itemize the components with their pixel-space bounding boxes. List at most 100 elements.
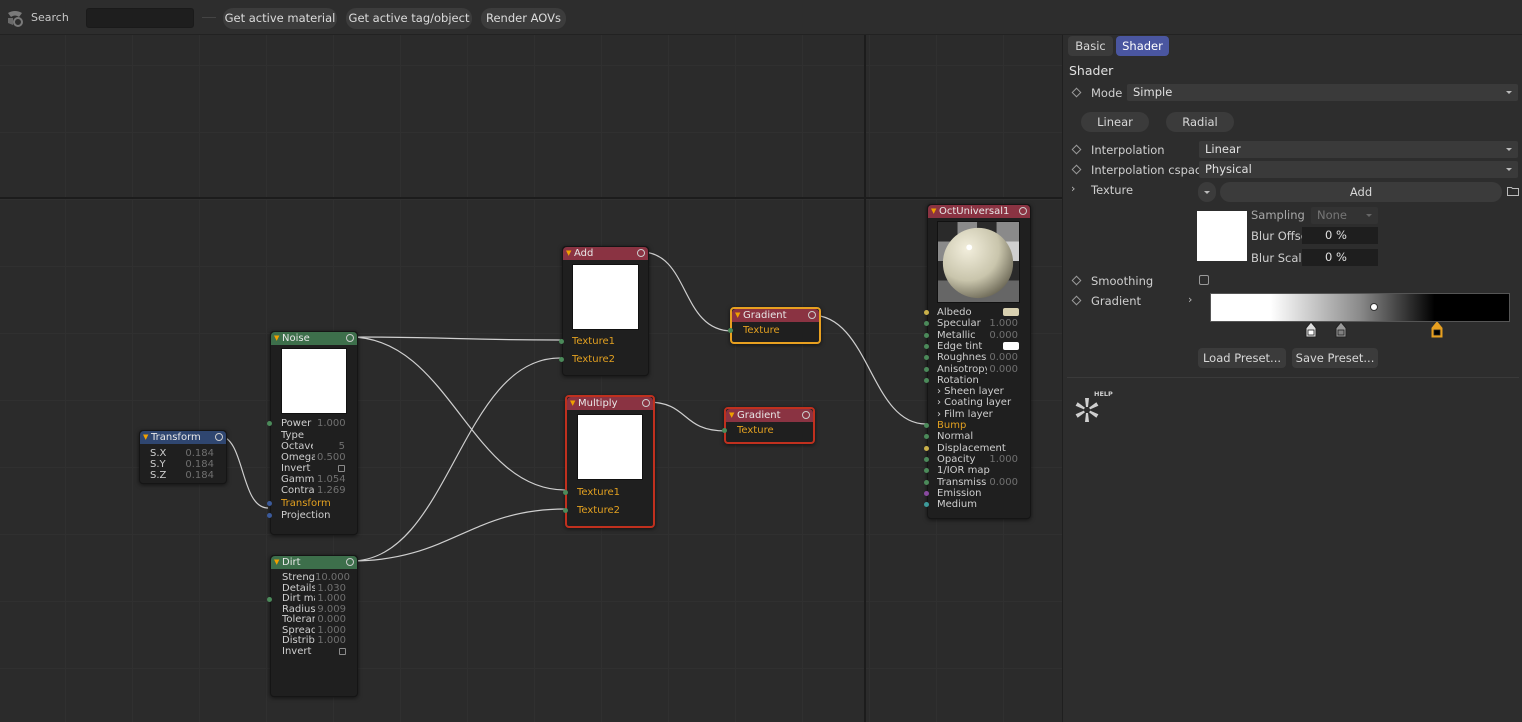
input-pin[interactable] bbox=[924, 468, 929, 474]
input-pin[interactable] bbox=[924, 423, 929, 428]
collapse-triangle-icon[interactable]: ▼ bbox=[735, 309, 740, 322]
output-pin[interactable] bbox=[346, 558, 354, 566]
input-pin[interactable] bbox=[924, 445, 929, 451]
node-header[interactable]: ▼ Dirt bbox=[271, 556, 357, 569]
output-pin[interactable] bbox=[642, 399, 650, 407]
keyframe-diamond-icon[interactable] bbox=[1071, 275, 1082, 286]
invert-checkbox[interactable] bbox=[338, 465, 345, 472]
param-row[interactable]: Contras1.269 bbox=[271, 485, 359, 496]
input-row[interactable]: Texture2 bbox=[563, 354, 650, 365]
input-pin[interactable] bbox=[924, 332, 929, 338]
folder-icon[interactable] bbox=[1507, 186, 1519, 196]
tab-shader[interactable]: Shader bbox=[1116, 36, 1169, 56]
load-preset-button[interactable]: Load Preset... bbox=[1198, 348, 1286, 368]
param-row[interactable]: Specular 1.000 bbox=[924, 318, 1032, 329]
param-row[interactable]: Invert bbox=[271, 646, 359, 657]
texture-menu-button[interactable] bbox=[1198, 182, 1216, 202]
output-pin[interactable] bbox=[1019, 207, 1027, 215]
param-row[interactable]: Octave 5 bbox=[271, 441, 359, 452]
node-header[interactable]: ▼ Gradient bbox=[732, 309, 819, 322]
param-row[interactable]: › Film layer bbox=[928, 409, 1032, 420]
output-pin[interactable] bbox=[215, 433, 223, 441]
interpolation-dropdown[interactable]: Linear bbox=[1199, 141, 1518, 158]
param-row[interactable]: Invert bbox=[271, 463, 359, 474]
param-row[interactable]: Displacement bbox=[924, 443, 1032, 454]
input-pin[interactable] bbox=[924, 355, 929, 361]
add-texture-button[interactable]: Add bbox=[1220, 182, 1502, 202]
node-gradient-1[interactable]: ▼ Gradient Texture bbox=[728, 307, 821, 344]
output-pin[interactable] bbox=[346, 334, 354, 342]
save-preset-button[interactable]: Save Preset... bbox=[1292, 348, 1378, 368]
param-row[interactable]: S.Y 0.184 bbox=[140, 459, 228, 470]
node-header[interactable]: ▼ Noise bbox=[271, 332, 357, 345]
param-row[interactable]: › Coating layer bbox=[928, 397, 1032, 408]
keyframe-diamond-icon[interactable] bbox=[1071, 164, 1082, 175]
input-row[interactable]: Texture1 bbox=[567, 487, 653, 498]
gradient-stop-black-selected[interactable] bbox=[1431, 322, 1443, 338]
invert-checkbox[interactable] bbox=[339, 648, 346, 655]
param-row[interactable]: S.X 0.184 bbox=[140, 448, 228, 459]
param-row[interactable]: Anisotropy 0.000 bbox=[924, 364, 1032, 375]
collapse-triangle-icon[interactable]: ▼ bbox=[566, 247, 571, 260]
param-row[interactable]: Emission bbox=[924, 488, 1032, 499]
param-row[interactable]: Transform bbox=[271, 498, 359, 509]
param-row[interactable]: Omega 0.500 bbox=[271, 452, 359, 463]
texture-preview-swatch[interactable] bbox=[1197, 211, 1247, 261]
param-row[interactable]: Power 1.000 bbox=[271, 418, 359, 429]
node-header[interactable]: ▼ Multiply bbox=[567, 397, 653, 410]
collapse-triangle-icon[interactable]: ▼ bbox=[274, 556, 279, 569]
keyframe-diamond-icon[interactable] bbox=[1071, 144, 1082, 155]
keyframe-diamond-icon[interactable] bbox=[1071, 295, 1082, 306]
input-pin[interactable] bbox=[924, 502, 929, 508]
node-header[interactable]: ▼ Gradient bbox=[726, 409, 813, 422]
gradient-stop-white[interactable] bbox=[1305, 322, 1317, 338]
input-pin[interactable] bbox=[924, 479, 929, 485]
param-row[interactable]: 1/IOR map bbox=[924, 465, 1032, 476]
node-multiply[interactable]: ▼ Multiply Texture1 Texture2 bbox=[563, 395, 655, 528]
radial-button[interactable]: Radial bbox=[1166, 112, 1234, 132]
gradient-midpoint-handle[interactable] bbox=[1370, 303, 1378, 311]
input-pin[interactable] bbox=[924, 366, 929, 372]
param-row[interactable]: Roughness 0.000 bbox=[924, 352, 1032, 363]
input-pin[interactable] bbox=[924, 343, 929, 349]
collapse-triangle-icon[interactable]: ▼ bbox=[931, 205, 936, 218]
param-row[interactable]: Transmissi 0.000 bbox=[924, 477, 1032, 488]
input-pin[interactable] bbox=[924, 434, 929, 440]
search-input[interactable] bbox=[86, 8, 194, 28]
param-row[interactable]: Opacity 1.000 bbox=[924, 454, 1032, 465]
param-row[interactable]: Dirt ma1.000 bbox=[271, 593, 359, 604]
output-pin[interactable] bbox=[637, 249, 645, 257]
collapse-triangle-icon[interactable]: ▼ bbox=[570, 397, 575, 410]
linear-button[interactable]: Linear bbox=[1081, 112, 1149, 132]
get-active-material-button[interactable]: Get active material bbox=[223, 8, 337, 29]
node-header[interactable]: ▼ Transform bbox=[140, 431, 226, 444]
input-pin[interactable] bbox=[924, 377, 929, 383]
param-row[interactable]: Medium bbox=[924, 499, 1032, 510]
input-row[interactable]: Texture2 bbox=[567, 505, 653, 516]
collapse-triangle-icon[interactable]: ▼ bbox=[274, 332, 279, 345]
node-gradient-2[interactable]: ▼ Gradient Texture bbox=[722, 407, 815, 444]
mode-dropdown[interactable]: Simple bbox=[1127, 84, 1518, 101]
albedo-color-swatch[interactable] bbox=[1003, 308, 1019, 316]
param-row[interactable]: Bump bbox=[924, 420, 1032, 431]
render-aovs-button[interactable]: Render AOVs bbox=[481, 8, 566, 29]
param-row[interactable]: Metallic 0.000 bbox=[924, 330, 1032, 341]
node-header[interactable]: ▼ OctUniversal1 bbox=[928, 205, 1030, 218]
node-header[interactable]: ▼ Add bbox=[563, 247, 648, 260]
param-row[interactable]: Type bbox=[271, 430, 359, 441]
tab-basic[interactable]: Basic bbox=[1068, 36, 1113, 56]
chevron-right-icon[interactable]: › bbox=[1071, 182, 1075, 195]
param-row[interactable]: Toleran 0.000 bbox=[271, 614, 359, 625]
collapse-triangle-icon[interactable]: ▼ bbox=[729, 409, 734, 422]
chevron-right-icon[interactable]: › bbox=[1188, 293, 1192, 306]
input-pin[interactable] bbox=[924, 321, 929, 327]
sampling-dropdown[interactable]: None bbox=[1311, 207, 1378, 224]
param-row[interactable]: S.Z 0.184 bbox=[140, 470, 228, 481]
collapse-triangle-icon[interactable]: ▼ bbox=[143, 431, 148, 444]
output-pin[interactable] bbox=[808, 311, 816, 319]
input-row[interactable]: Texture bbox=[732, 325, 819, 336]
input-row[interactable]: Texture1 bbox=[563, 336, 650, 347]
param-row[interactable]: Gamma1.054 bbox=[271, 474, 359, 485]
input-pin[interactable] bbox=[924, 310, 929, 315]
keyframe-diamond-icon[interactable] bbox=[1071, 87, 1082, 98]
